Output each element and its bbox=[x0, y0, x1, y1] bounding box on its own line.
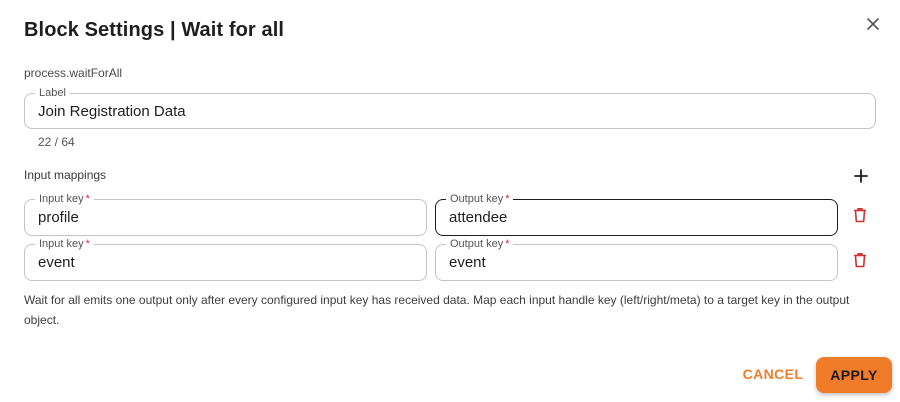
trash-icon bbox=[854, 253, 866, 268]
delete-mapping-button[interactable] bbox=[850, 205, 870, 225]
block-type-label: process.waitForAll bbox=[24, 66, 123, 80]
trash-icon bbox=[854, 208, 866, 223]
input-key-field[interactable]: Input key * profile bbox=[24, 193, 427, 236]
help-text: Wait for all emits one output only after… bbox=[24, 293, 850, 327]
label-char-counter: 22 / 64 bbox=[38, 135, 75, 149]
cancel-button[interactable]: CANCEL bbox=[736, 357, 810, 391]
output-key-field[interactable]: Output key * event bbox=[435, 238, 838, 281]
label-field[interactable]: Label Join Registration Data bbox=[24, 87, 876, 129]
output-key-field[interactable]: Output key * attendee bbox=[435, 193, 838, 236]
input-key-value[interactable]: event bbox=[38, 245, 416, 280]
input-key-field[interactable]: Input key * event bbox=[24, 238, 427, 281]
dialog-title: Block Settings | Wait for all bbox=[24, 19, 285, 41]
output-key-value[interactable]: event bbox=[449, 245, 827, 280]
add-mapping-button[interactable] bbox=[851, 166, 871, 186]
plus-icon bbox=[854, 169, 868, 183]
input-key-value[interactable]: profile bbox=[38, 200, 416, 235]
block-settings-dialog: Block Settings | Wait for all process.wa… bbox=[0, 0, 900, 402]
label-field-value[interactable]: Join Registration Data bbox=[38, 94, 865, 128]
apply-button[interactable]: APPLY bbox=[816, 357, 892, 393]
output-key-value[interactable]: attendee bbox=[449, 200, 827, 235]
delete-mapping-button[interactable] bbox=[850, 250, 870, 270]
close-icon bbox=[867, 18, 879, 30]
close-button[interactable] bbox=[862, 13, 884, 35]
input-mappings-label: Input mappings bbox=[24, 168, 107, 182]
